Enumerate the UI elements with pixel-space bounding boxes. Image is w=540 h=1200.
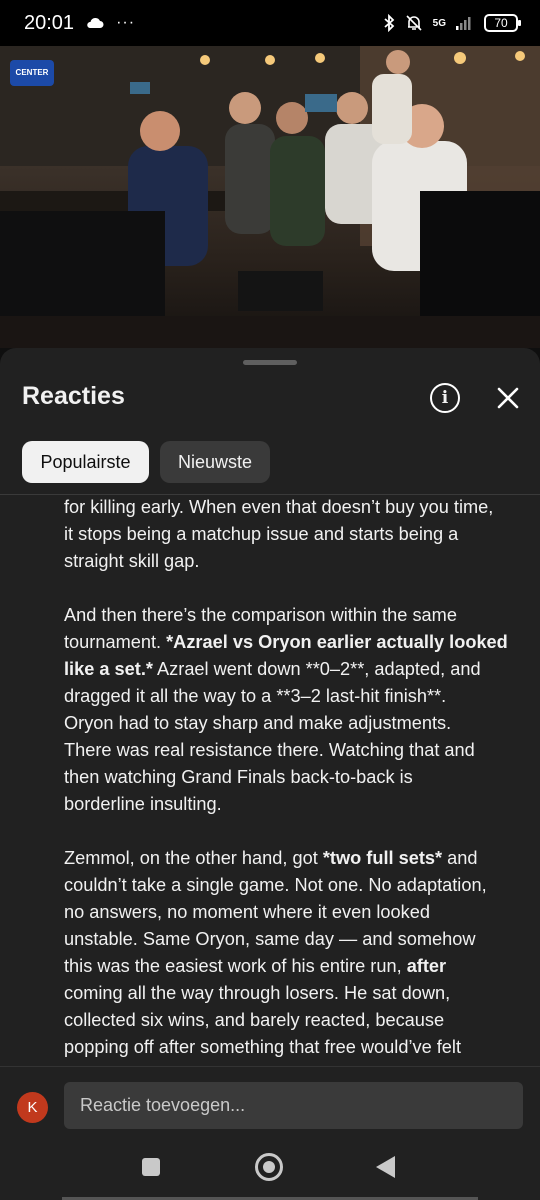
comment-line: And then there’s the comparison within t… (64, 602, 514, 629)
comment-line: straight skill gap. (64, 548, 514, 575)
filter-chip-label: Nieuwste (177, 451, 253, 472)
comment-text: coming all the way through losers. He sa… (64, 983, 451, 1003)
comment-line: popping off after something that free wo… (64, 1034, 514, 1061)
network-type-label: 5G (432, 17, 446, 29)
comment-text: it stops being a matchup issue and start… (64, 524, 459, 544)
comment-line: There was real resistance there. Watchin… (64, 737, 514, 764)
comment-bold-text: *two full sets* (322, 848, 443, 868)
comment-text: There was real resistance there. Watchin… (64, 740, 475, 760)
more-notifications-indicator: ··· (116, 14, 136, 31)
comment-text: straight skill gap. (64, 551, 200, 571)
broadcast-logo-text: CENTER (15, 68, 49, 77)
comment-text: Azrael went down **0–2**, adapted, and (152, 659, 481, 679)
comment-line: coming all the way through losers. He sa… (64, 980, 514, 1007)
signal-icon (456, 17, 471, 30)
comment-text: And then there’s the comparison within t… (64, 605, 457, 625)
broadcast-logo: CENTER (10, 60, 54, 86)
comment-line: unstable. Same Oryon, same day — and som… (64, 926, 514, 953)
comment-bold-text: after (406, 956, 447, 976)
comment-bold-text: *Azrael vs Oryon earlier actually looked (166, 632, 508, 652)
comment-text: for killing early. When even that doesn’… (64, 497, 494, 517)
status-bar: 20:01 ··· 5G 70 (0, 0, 540, 46)
video-player[interactable]: CENTER (0, 46, 540, 348)
comment-line: like a set.* Azrael went down **0–2**, a… (64, 656, 514, 683)
comment-line: borderline insulting. (64, 791, 514, 818)
comment-line: no answers, no moment where it even look… (64, 899, 514, 926)
comment-line: this was the easiest work of his entire … (64, 953, 514, 980)
system-nav-bar (0, 1134, 540, 1200)
filter-chip-popular[interactable]: Populairste (22, 441, 149, 483)
comment-text: tournament. (64, 632, 167, 652)
home-icon[interactable] (255, 1153, 283, 1181)
comment-text: collected six wins, and barely reacted, … (64, 1010, 445, 1030)
battery-level: 70 (494, 16, 508, 30)
sheet-title: Reacties (22, 382, 125, 410)
comment-line: Zemmol, on the other hand, got *two full… (64, 845, 514, 872)
cloud-icon (87, 17, 104, 28)
filter-chip-label: Populairste (40, 451, 131, 472)
comment-line: tournament. *Azrael vs Oryon earlier act… (64, 629, 514, 656)
comment-line: for killing early. When even that doesn’… (64, 494, 514, 521)
notifications-off-icon (406, 15, 422, 31)
comment-input-placeholder: Reactie toevoegen... (80, 1095, 246, 1115)
comment-line: couldn’t take a single game. Not one. No… (64, 872, 514, 899)
comment-text: dragged it all the way to a **3–2 last-h… (64, 686, 447, 706)
comment-line: it stops being a matchup issue and start… (64, 521, 514, 548)
info-icon[interactable]: i (430, 383, 460, 413)
comment-line: dragged it all the way to a **3–2 last-h… (64, 683, 514, 710)
comments-sheet: Reacties i Populairste Nieuwste for kill… (0, 348, 540, 1200)
avatar-initial: K (27, 1099, 38, 1116)
drag-handle[interactable] (243, 360, 297, 365)
comment-text: unstable. Same Oryon, same day — and som… (64, 929, 476, 949)
comment-text: this was the easiest work of his entire … (64, 956, 407, 976)
comment-text: borderline insulting. (64, 794, 222, 814)
bluetooth-icon (384, 14, 394, 32)
avatar[interactable]: K (17, 1092, 48, 1123)
comment-text: popping off after something that free wo… (64, 1037, 462, 1057)
comment-bold-text: like a set.* (64, 659, 153, 679)
status-time: 20:01 (24, 11, 75, 34)
comment-input[interactable]: Reactie toevoegen... (64, 1082, 523, 1129)
comment-text: couldn’t take a single game. Not one. No… (64, 875, 487, 895)
comment-body: for killing early. When even that doesn’… (64, 494, 514, 1070)
battery-icon: 70 (484, 14, 521, 32)
comment-text: Oryon had to stay sharp and make adjustm… (64, 713, 452, 733)
back-icon[interactable] (376, 1156, 395, 1178)
comment-text: Zemmol, on the other hand, got (64, 848, 323, 868)
recents-icon[interactable] (142, 1158, 160, 1176)
comment-line: Oryon had to stay sharp and make adjustm… (64, 710, 514, 737)
comment-text: then watching Grand Finals back-to-back … (64, 767, 413, 787)
comment-text: and (442, 848, 478, 868)
comment-line: collected six wins, and barely reacted, … (64, 1007, 514, 1034)
close-icon[interactable] (494, 384, 522, 412)
filter-chip-newest[interactable]: Nieuwste (160, 441, 270, 483)
comment-text: no answers, no moment where it even look… (64, 902, 430, 922)
video-frame (0, 46, 540, 348)
comment-line: then watching Grand Finals back-to-back … (64, 764, 514, 791)
